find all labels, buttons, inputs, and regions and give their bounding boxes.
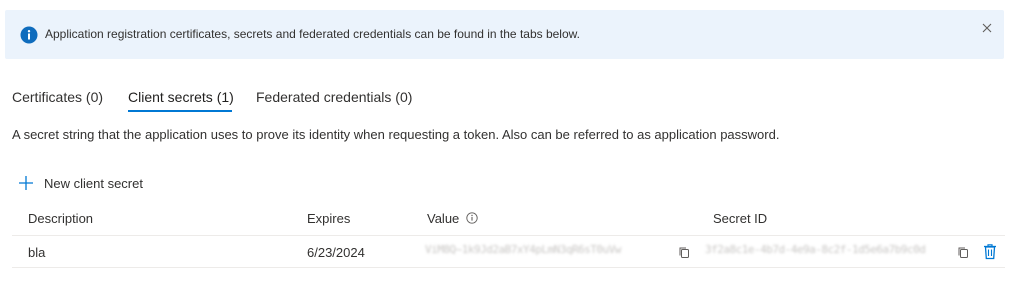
info-icon bbox=[20, 26, 38, 44]
info-circle-icon[interactable] bbox=[466, 212, 478, 224]
new-client-secret-button[interactable]: New client secret bbox=[18, 173, 143, 193]
tab-client-secrets[interactable]: Client secrets (1) bbox=[128, 89, 234, 105]
column-header-value[interactable]: Value bbox=[427, 211, 478, 226]
secret-expires: 6/23/2024 bbox=[307, 245, 365, 260]
copy-value-icon[interactable] bbox=[678, 246, 691, 259]
info-banner: Application registration certificates, s… bbox=[5, 10, 1004, 59]
banner-message: Application registration certificates, s… bbox=[45, 27, 580, 41]
section-description: A secret string that the application use… bbox=[12, 127, 780, 142]
column-header-expires[interactable]: Expires bbox=[307, 211, 350, 226]
secret-value-masked: ViM8Q~1k9Jd2aB7xY4pLmN3qR6sT0uVw bbox=[425, 243, 621, 256]
new-client-secret-label: New client secret bbox=[44, 175, 143, 191]
delete-icon[interactable] bbox=[982, 243, 998, 260]
close-icon[interactable] bbox=[980, 21, 994, 35]
secret-id-masked: 3f2a8c1e-4b7d-4e9a-8c2f-1d5e6a7b9c0d bbox=[705, 243, 926, 256]
table-row: bla 6/23/2024 ViM8Q~1k9Jd2aB7xY4pLmN3qR6… bbox=[0, 237, 1020, 267]
table-row-divider bbox=[12, 267, 1005, 268]
secret-description: bla bbox=[28, 245, 46, 260]
tab-list: Certificates (0) Client secrets (1) Fede… bbox=[0, 86, 1020, 116]
column-header-secret-id[interactable]: Secret ID bbox=[713, 211, 767, 226]
table-header-divider bbox=[12, 235, 1005, 236]
column-header-value-label: Value bbox=[427, 211, 460, 226]
tab-certificates[interactable]: Certificates (0) bbox=[12, 89, 103, 105]
secrets-table-header: Description Expires Value Secret ID bbox=[0, 208, 1020, 232]
column-header-description[interactable]: Description bbox=[28, 211, 93, 226]
plus-icon bbox=[19, 176, 33, 190]
active-tab-indicator bbox=[128, 110, 232, 112]
copy-secret-id-icon[interactable] bbox=[957, 246, 970, 259]
tab-federated-credentials[interactable]: Federated credentials (0) bbox=[256, 89, 412, 105]
